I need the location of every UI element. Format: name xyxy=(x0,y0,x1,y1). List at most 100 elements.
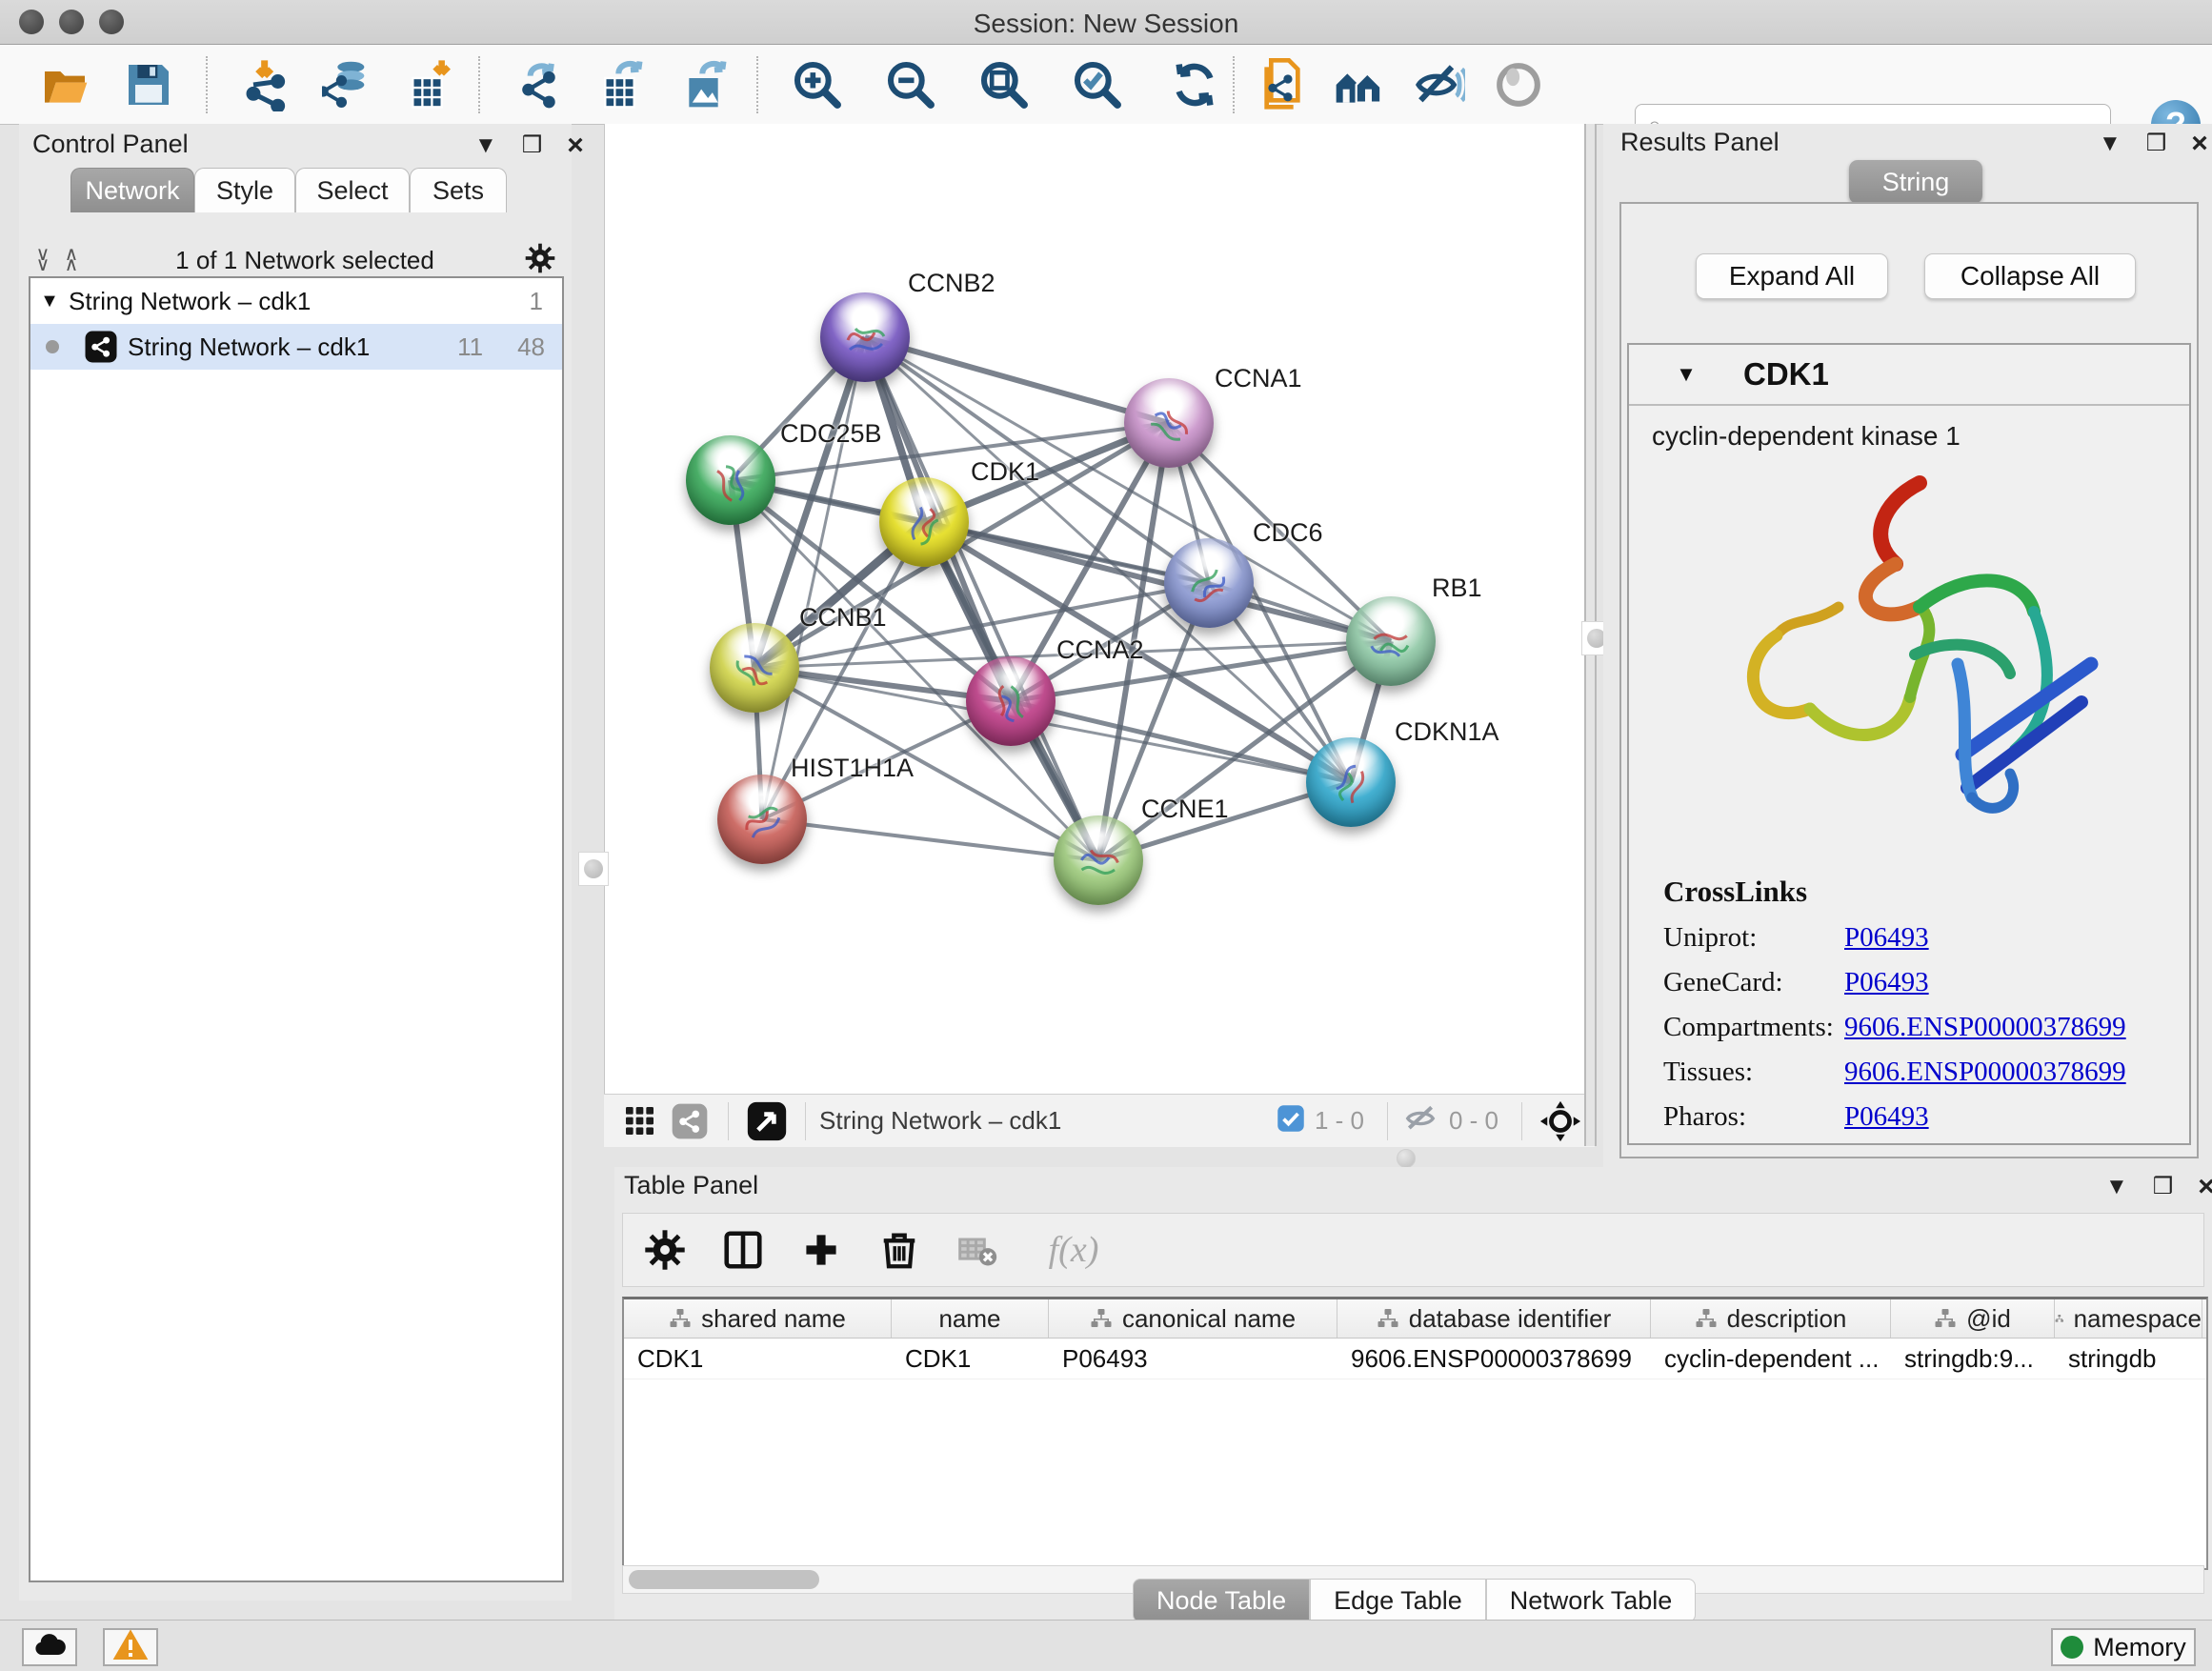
crosslink-link[interactable]: 9606.ENSP00000378699 xyxy=(1844,1012,2126,1043)
network-options-gear-icon[interactable] xyxy=(524,242,556,279)
node-CDKN1A[interactable] xyxy=(1306,737,1396,827)
table-cell[interactable]: stringdb xyxy=(2055,1339,2202,1379)
node-CDC25B[interactable] xyxy=(686,435,775,525)
protein-card-header[interactable]: ▼ CDK1 xyxy=(1629,345,2189,406)
close-panel-icon[interactable]: × xyxy=(567,136,584,155)
node-HIST1H1A[interactable] xyxy=(717,775,807,864)
share-network-icon[interactable] xyxy=(665,1097,714,1146)
delete-column-icon[interactable] xyxy=(875,1225,924,1275)
edge-CCNB2-HIST1H1A[interactable] xyxy=(762,337,865,819)
panel-menu-icon[interactable]: ▼ xyxy=(474,132,497,159)
hide-panels-icon[interactable] xyxy=(1412,58,1465,111)
tab-network[interactable]: Network xyxy=(70,168,194,212)
table-cell[interactable]: stringdb:9... xyxy=(1891,1339,2055,1379)
node-RB1[interactable] xyxy=(1346,596,1436,686)
tab-string[interactable]: String xyxy=(1849,160,1982,204)
network-canvas[interactable]: CCNB2CCNA1CDC25BCDK1CDC6RB1CCNB1CCNA2CDK… xyxy=(604,124,1596,1094)
zoom-selected-icon[interactable] xyxy=(1071,58,1124,111)
add-column-icon[interactable] xyxy=(796,1225,846,1275)
node-CCNB2[interactable] xyxy=(820,292,910,382)
grid-view-icon[interactable] xyxy=(615,1097,665,1146)
import-table-icon[interactable] xyxy=(404,58,457,111)
table-cell[interactable]: CDK1 xyxy=(624,1339,892,1379)
network-document-icon[interactable] xyxy=(1256,58,1309,111)
horizontal-splitter-handle[interactable] xyxy=(1397,1149,1416,1168)
network-row[interactable]: String Network – cdk1 11 48 xyxy=(30,324,562,370)
column-header-description[interactable]: description xyxy=(1651,1299,1891,1338)
crosslink-link[interactable]: P06493 xyxy=(1844,967,1929,998)
open-in-window-icon[interactable] xyxy=(742,1097,792,1146)
panel-menu-icon[interactable]: ▼ xyxy=(2105,1174,2128,1200)
float-panel-icon[interactable]: ❒ xyxy=(2146,130,2167,157)
node-CCNB1[interactable] xyxy=(710,623,799,713)
pan-crosshair-icon[interactable] xyxy=(1536,1097,1585,1146)
expand-all-icon[interactable]: ∧∧ xyxy=(57,250,86,271)
tab-select[interactable]: Select xyxy=(295,168,410,212)
column-label: @id xyxy=(1966,1304,2011,1334)
column-header-database-identifier[interactable]: database identifier xyxy=(1337,1299,1651,1338)
zoom-fit-icon[interactable] xyxy=(977,58,1031,111)
float-panel-icon[interactable]: ❒ xyxy=(2153,1173,2174,1200)
import-database-icon[interactable] xyxy=(322,58,375,111)
crosslink-link[interactable]: 9606.ENSP00000378699 xyxy=(1844,1057,2126,1088)
column-header-name[interactable]: name xyxy=(892,1299,1049,1338)
table-cell[interactable]: 9606.ENSP00000378699 xyxy=(1337,1339,1651,1379)
close-panel-icon[interactable]: × xyxy=(2191,134,2208,153)
node-CDK1[interactable] xyxy=(879,477,969,567)
open-session-icon[interactable] xyxy=(38,58,91,111)
column-label: shared name xyxy=(701,1304,846,1334)
selected-checkbox[interactable] xyxy=(1277,1104,1305,1137)
import-network-icon[interactable] xyxy=(240,58,293,111)
edge-HIST1H1A-CCNE1[interactable] xyxy=(762,819,1098,860)
table-cell[interactable]: cyclin-dependent ... xyxy=(1651,1339,1891,1379)
node-label-CCNA1: CCNA1 xyxy=(1215,364,1302,393)
column-header-shared-name[interactable]: shared name xyxy=(624,1299,892,1338)
gear-icon[interactable] xyxy=(640,1225,690,1275)
tab-style[interactable]: Style xyxy=(194,168,295,212)
collapse-all-button[interactable]: Collapse All xyxy=(1924,253,2136,299)
column-header--id[interactable]: @id xyxy=(1891,1299,2055,1338)
scrollbar-thumb[interactable] xyxy=(629,1570,819,1589)
export-image-icon[interactable] xyxy=(680,58,734,111)
crosslink-link[interactable]: P06493 xyxy=(1844,1101,1929,1133)
collection-expander-icon[interactable]: ▼ xyxy=(30,291,69,312)
node-CDC6[interactable] xyxy=(1164,538,1254,628)
left-splitter-handle[interactable] xyxy=(578,852,609,886)
tab-node-table[interactable]: Node Table xyxy=(1133,1579,1310,1622)
memory-button[interactable]: Memory xyxy=(2051,1628,2196,1666)
node-CCNE1[interactable] xyxy=(1054,815,1143,905)
column-header-canonical-name[interactable]: canonical name xyxy=(1049,1299,1337,1338)
tab-edge-table[interactable]: Edge Table xyxy=(1310,1579,1486,1622)
clear-table-icon[interactable] xyxy=(953,1225,1002,1275)
collapse-section-icon[interactable]: ▼ xyxy=(1629,362,1743,387)
panel-menu-icon[interactable]: ▼ xyxy=(2099,131,2122,157)
export-table-icon[interactable] xyxy=(596,58,650,111)
node-CCNA1[interactable] xyxy=(1124,378,1214,468)
table-cell[interactable]: P06493 xyxy=(1049,1339,1337,1379)
collection-count: 1 xyxy=(530,287,543,316)
columns-icon[interactable] xyxy=(718,1225,768,1275)
save-session-icon[interactable] xyxy=(122,58,175,111)
refresh-icon[interactable] xyxy=(1168,58,1221,111)
collapse-all-icon[interactable]: ∨∨ xyxy=(29,250,57,271)
table-row[interactable]: CDK1CDK1P064939606.ENSP00000378699cyclin… xyxy=(624,1339,2206,1379)
tab-sets[interactable]: Sets xyxy=(410,168,507,212)
table-cell[interactable]: CDK1 xyxy=(892,1339,1049,1379)
warnings-button[interactable] xyxy=(103,1628,158,1666)
network-collection-row[interactable]: ▼ String Network – cdk1 1 xyxy=(30,278,562,324)
column-header-namespace[interactable]: namespace xyxy=(2055,1299,2202,1338)
expand-all-button[interactable]: Expand All xyxy=(1696,253,1888,299)
tab-network-table[interactable]: Network Table xyxy=(1486,1579,1697,1622)
network-edges-layer xyxy=(605,124,1596,1094)
close-panel-icon[interactable]: × xyxy=(2198,1178,2212,1197)
function-builder-icon[interactable]: f(x) xyxy=(1031,1225,1116,1275)
cloud-button[interactable] xyxy=(22,1628,77,1666)
node-CCNA2[interactable] xyxy=(966,656,1056,746)
float-panel-icon[interactable]: ❒ xyxy=(522,131,543,159)
eye-icon[interactable] xyxy=(1492,58,1545,111)
zoom-out-icon[interactable] xyxy=(884,58,937,111)
crosslink-link[interactable]: P06493 xyxy=(1844,922,1929,954)
export-network-icon[interactable] xyxy=(513,58,566,111)
zoom-in-icon[interactable] xyxy=(791,58,844,111)
first-neighbors-icon[interactable] xyxy=(1332,58,1385,111)
